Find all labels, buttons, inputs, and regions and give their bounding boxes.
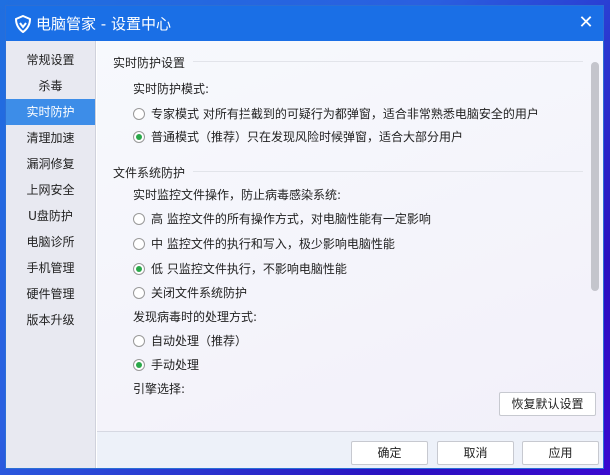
- option-label: 关闭文件系统防护: [151, 286, 248, 300]
- sidebar-item-realtime-protection[interactable]: 实时防护: [6, 99, 95, 125]
- option-label: 低 只监控文件执行，不影响电脑性能: [151, 262, 347, 276]
- sidebar-item-hardware[interactable]: 硬件管理: [6, 281, 95, 307]
- virus-handling-label: 发现病毒时的处理方式:: [133, 310, 258, 324]
- apply-button[interactable]: 应用: [522, 441, 599, 465]
- sidebar-item-antivirus[interactable]: 杀毒: [6, 73, 95, 99]
- option-label: 专家模式 对所有拦截到的可疑行为都弹窗，适合非常熟悉电脑安全的用户: [151, 107, 539, 121]
- divider: [193, 61, 583, 62]
- section-realtime: 实时防护设置: [113, 54, 583, 71]
- radio-icon[interactable]: [133, 108, 145, 120]
- option-label: 手动处理: [151, 358, 200, 372]
- option-label: 中 监控文件的执行和写入，极少影响电脑性能: [151, 237, 395, 251]
- option-label: 高 监控文件的所有操作方式，对电脑性能有一定影响: [151, 212, 431, 226]
- radio-icon[interactable]: [133, 263, 145, 275]
- radio-icon[interactable]: [133, 238, 145, 250]
- radio-icon[interactable]: [133, 287, 145, 299]
- sidebar-item-cleanup[interactable]: 清理加速: [6, 125, 95, 151]
- divider: [193, 171, 583, 172]
- scrollbar-thumb[interactable]: [591, 62, 599, 291]
- option-label: 自动处理（推荐）: [151, 334, 248, 348]
- radio-manual-handle[interactable]: 手动处理: [133, 356, 199, 373]
- radio-auto-handle[interactable]: 自动处理（推荐）: [133, 332, 247, 349]
- radio-icon[interactable]: [133, 359, 145, 371]
- radio-icon[interactable]: [133, 335, 145, 347]
- sidebar-item-vulnerability[interactable]: 漏洞修复: [6, 151, 95, 177]
- radio-expert-mode[interactable]: 专家模式 对所有拦截到的可疑行为都弹窗，适合非常熟悉电脑安全的用户: [133, 105, 539, 122]
- sidebar-item-general[interactable]: 常规设置: [6, 47, 95, 73]
- footer: 确定 取消 应用: [97, 431, 603, 468]
- sidebar-item-usb[interactable]: U盘防护: [6, 203, 95, 229]
- settings-panel: 实时防护设置 实时防护模式: 专家模式 对所有拦截到的可疑行为都弹窗，适合非常熟…: [97, 41, 603, 431]
- radio-high[interactable]: 高 监控文件的所有操作方式，对电脑性能有一定影响: [133, 210, 431, 227]
- sidebar-item-web-security[interactable]: 上网安全: [6, 177, 95, 203]
- sidebar-item-upgrade[interactable]: 版本升级: [6, 307, 95, 333]
- option-label: 普通模式（推荐）只在发现风险时候弹窗，适合大部分用户: [151, 130, 464, 144]
- section-title: 文件系统防护: [113, 166, 186, 180]
- mode-label: 实时防护模式:: [133, 82, 210, 96]
- radio-icon[interactable]: [133, 213, 145, 225]
- ok-button[interactable]: 确定: [351, 441, 428, 465]
- radio-off[interactable]: 关闭文件系统防护: [133, 284, 247, 301]
- cancel-button[interactable]: 取消: [437, 441, 514, 465]
- sidebar: 常规设置 杀毒 实时防护 清理加速 漏洞修复 上网安全 U盘防护 电脑诊所 手机…: [6, 41, 96, 468]
- monitor-label: 实时监控文件操作，防止病毒感染系统:: [133, 188, 342, 202]
- sidebar-item-clinic[interactable]: 电脑诊所: [6, 229, 95, 255]
- radio-low[interactable]: 低 只监控文件执行，不影响电脑性能: [133, 260, 347, 277]
- engine-label: 引擎选择:: [133, 382, 186, 396]
- close-icon[interactable]: ✕: [577, 14, 595, 32]
- title-bar: 电脑管家 - 设置中心 ✕: [6, 6, 603, 41]
- sidebar-item-phone[interactable]: 手机管理: [6, 255, 95, 281]
- radio-icon[interactable]: [133, 131, 145, 143]
- section-title: 实时防护设置: [113, 56, 186, 70]
- restore-defaults-button[interactable]: 恢复默认设置: [499, 392, 596, 416]
- radio-medium[interactable]: 中 监控文件的执行和写入，极少影响电脑性能: [133, 235, 395, 252]
- section-filesystem: 文件系统防护: [113, 164, 583, 181]
- radio-normal-mode[interactable]: 普通模式（推荐）只在发现风险时候弹窗，适合大部分用户: [133, 128, 463, 145]
- settings-window: 电脑管家 - 设置中心 ✕ 常规设置 杀毒 实时防护 清理加速 漏洞修复 上网安…: [5, 5, 604, 469]
- window-title: 电脑管家 - 设置中心: [36, 15, 171, 33]
- shield-logo-icon: [14, 14, 32, 33]
